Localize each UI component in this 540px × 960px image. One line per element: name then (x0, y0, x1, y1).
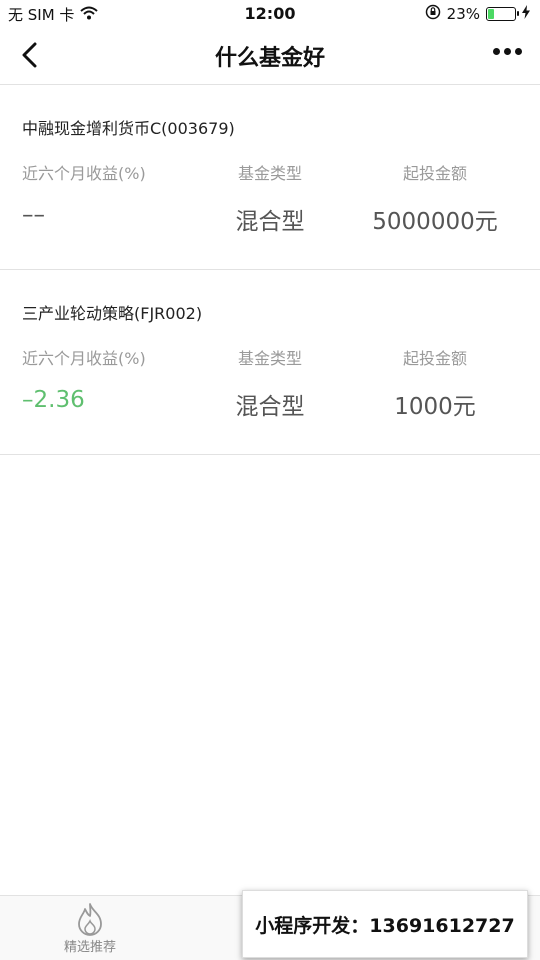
battery-fill (488, 9, 494, 19)
rotation-lock-icon (425, 4, 441, 24)
return-label: 近六个月收益(%) (22, 164, 146, 183)
type-value: 混合型 (235, 394, 305, 420)
battery-percent: 23% (446, 5, 480, 23)
more-dot-icon (493, 48, 500, 55)
type-label: 基金类型 (237, 164, 302, 183)
more-button[interactable] (493, 48, 522, 55)
min-invest-label: 起投金额 (402, 164, 467, 183)
fund-card[interactable]: 中融现金增利货币C(003679) 近六个月收益(%) 基金类型 起投金额 ––… (0, 85, 540, 270)
tab-featured-label: 精选推荐 (63, 940, 116, 955)
tab-featured[interactable]: 精选推荐 (0, 896, 180, 960)
charging-icon (522, 5, 530, 23)
fund-card[interactable]: 三产业轮动策略(FJR002) 近六个月收益(%) 基金类型 起投金额 –2.3… (0, 270, 540, 455)
battery-icon (486, 7, 519, 21)
more-dot-icon (504, 48, 511, 55)
fund-name: 三产业轮动策略(FJR002) (22, 304, 203, 323)
type-value: 混合型 (235, 209, 305, 235)
developer-contact-banner: 小程序开发：13691612727 (242, 890, 528, 958)
min-invest-value: 1000元 (394, 394, 476, 420)
status-right: 23% (425, 4, 530, 24)
status-bar: 无 SIM 卡 12:00 23% (0, 0, 540, 28)
min-invest-value: 5000000元 (372, 209, 498, 235)
return-label: 近六个月收益(%) (22, 349, 146, 368)
flame-icon (0, 902, 180, 936)
return-value: –2.36 (22, 387, 85, 413)
type-label: 基金类型 (237, 349, 302, 368)
fund-name: 中融现金增利货币C(003679) (22, 119, 235, 138)
page-title: 什么基金好 (214, 46, 325, 71)
min-invest-label: 起投金额 (402, 349, 467, 368)
more-dot-icon (515, 48, 522, 55)
fund-list: 中融现金增利货币C(003679) 近六个月收益(%) 基金类型 起投金额 ––… (0, 85, 540, 455)
return-value: –– (22, 202, 45, 228)
nav-bar: 什么基金好 (0, 28, 540, 85)
